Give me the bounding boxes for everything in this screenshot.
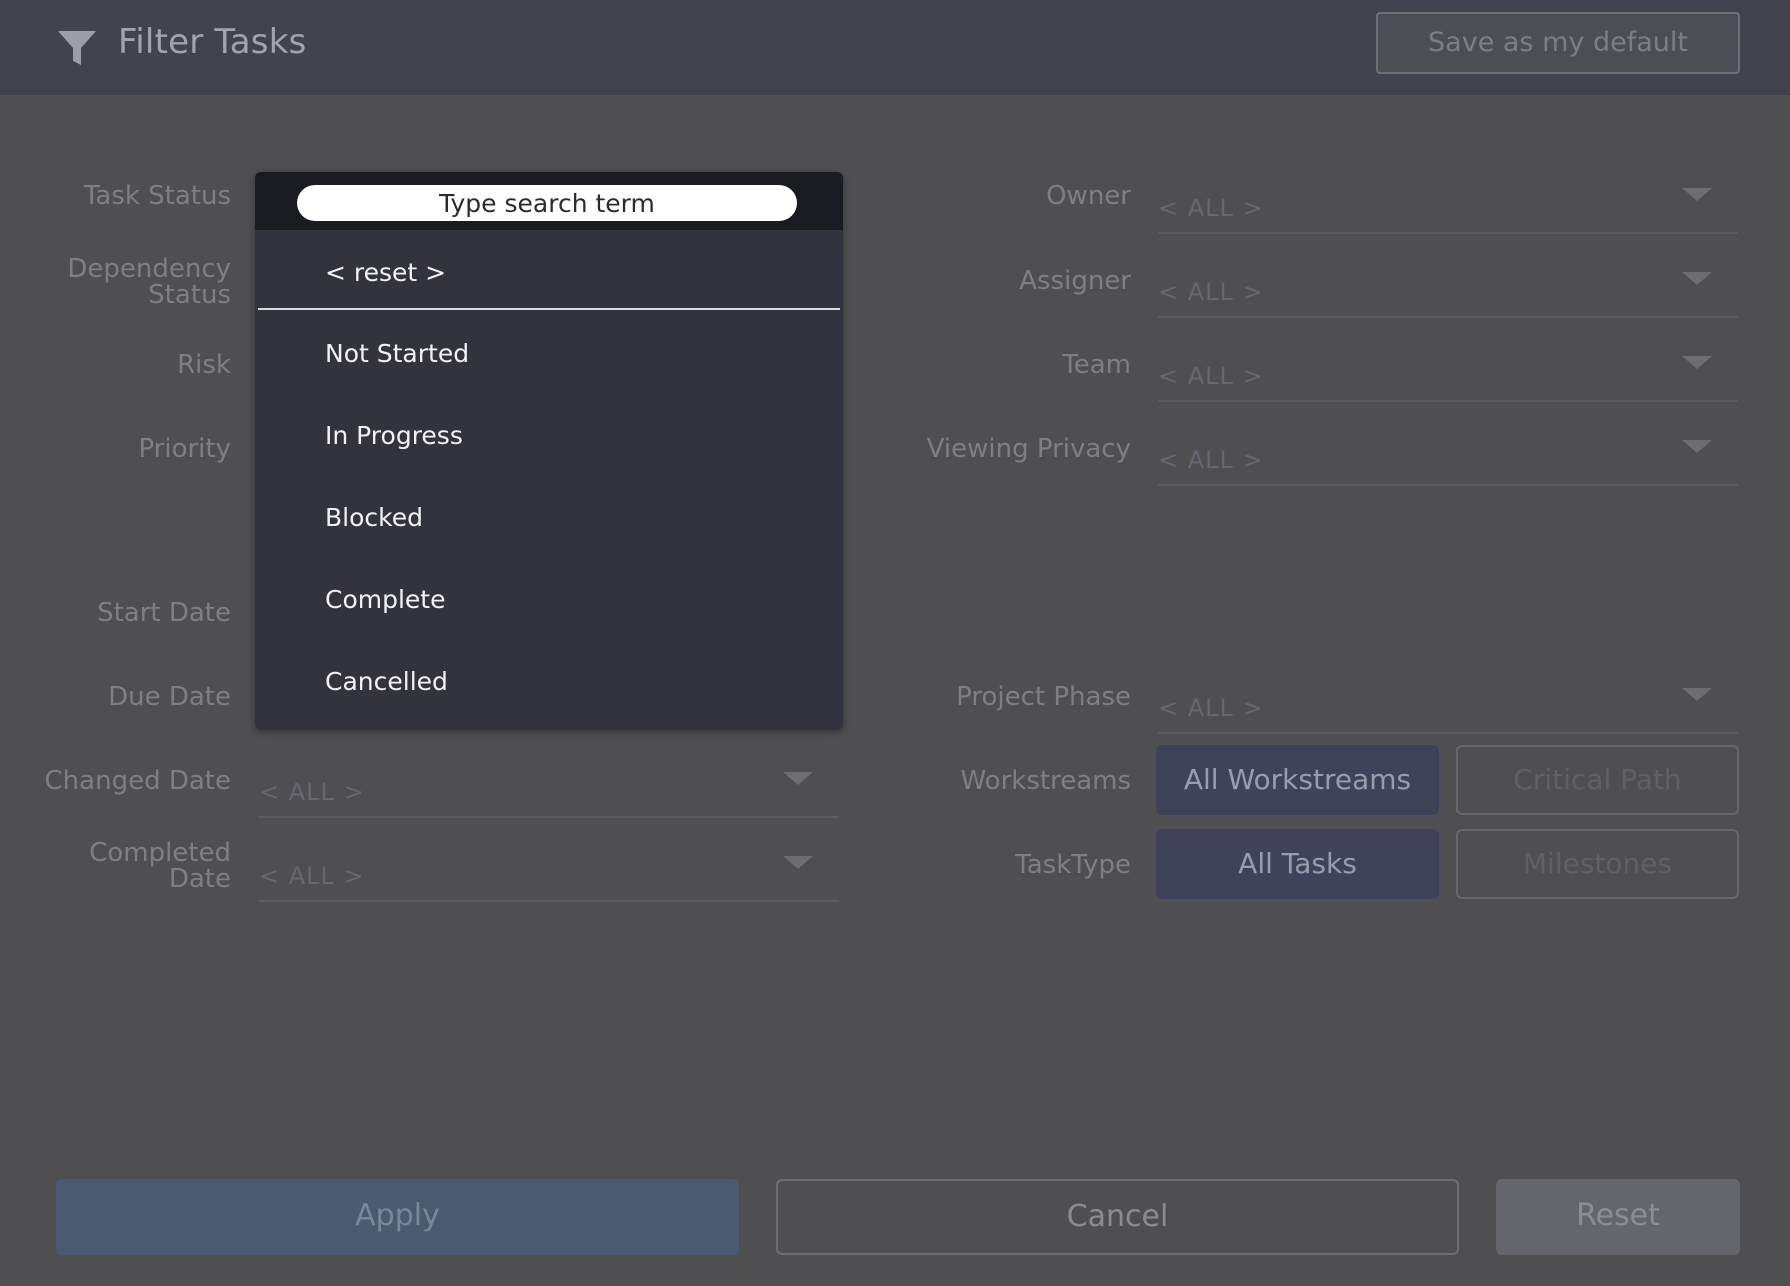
chevron-down-icon [783, 772, 813, 785]
label-start-date: Start Date [97, 598, 231, 628]
label-project-phase: Project Phase [956, 682, 1131, 712]
assigner-select[interactable]: < ALL > [1158, 270, 1738, 318]
team-value: < ALL > [1158, 362, 1264, 390]
filter-tasks-dialog: Filter Tasks Save as my default Task Sta… [0, 0, 1790, 1286]
changed-date-value: < ALL > [259, 778, 365, 806]
dropdown-option[interactable]: Cancelled [255, 646, 843, 718]
completed-date-select[interactable]: < ALL > [259, 854, 839, 902]
label-task-status: Task Status [83, 181, 231, 211]
viewing-privacy-value: < ALL > [1158, 446, 1264, 474]
cancel-button[interactable]: Cancel [776, 1179, 1459, 1255]
field-underline [259, 816, 839, 818]
dropdown-option[interactable]: Blocked [255, 482, 843, 554]
assigner-value: < ALL > [1158, 278, 1264, 306]
apply-button[interactable]: Apply [56, 1179, 739, 1255]
dropdown-option[interactable]: In Progress [255, 400, 843, 472]
owner-select[interactable]: < ALL > [1158, 186, 1738, 234]
field-underline [1158, 232, 1738, 234]
chevron-down-icon [783, 856, 813, 869]
label-viewing-privacy: Viewing Privacy [926, 434, 1131, 464]
label-tasktype: TaskType [1015, 850, 1131, 880]
chevron-down-icon [1682, 272, 1712, 285]
reset-button[interactable]: Reset [1496, 1179, 1740, 1255]
dropdown-search-input[interactable] [297, 185, 797, 221]
chevron-down-icon [1682, 688, 1712, 701]
label-owner: Owner [1046, 181, 1131, 211]
task-status-dropdown: < reset > Not Started In Progress Blocke… [255, 172, 843, 730]
field-underline [1158, 732, 1738, 734]
label-due-date: Due Date [108, 682, 231, 712]
chevron-down-icon [1682, 440, 1712, 453]
dropdown-option[interactable]: Complete [255, 564, 843, 636]
dropdown-option[interactable]: Not Started [255, 318, 843, 390]
owner-value: < ALL > [1158, 194, 1264, 222]
toggle-milestones[interactable]: Milestones [1456, 829, 1739, 899]
field-underline [259, 900, 839, 902]
label-completed-date: Completed Date [89, 838, 231, 894]
label-risk: Risk [177, 350, 231, 380]
save-as-default-button[interactable]: Save as my default [1376, 12, 1740, 74]
dialog-header: Filter Tasks Save as my default [0, 0, 1790, 95]
field-underline [1158, 484, 1738, 486]
label-changed-date: Changed Date [44, 766, 231, 796]
field-underline [1158, 400, 1738, 402]
chevron-down-icon [1682, 188, 1712, 201]
field-underline [1158, 316, 1738, 318]
completed-date-value: < ALL > [259, 862, 365, 890]
label-dependency-status: Dependency Status [67, 254, 231, 310]
changed-date-select[interactable]: < ALL > [259, 770, 839, 818]
toggle-critical-path[interactable]: Critical Path [1456, 745, 1739, 815]
label-workstreams: Workstreams [960, 766, 1132, 796]
label-assigner: Assigner [1019, 266, 1131, 296]
team-select[interactable]: < ALL > [1158, 354, 1738, 402]
toggle-all-workstreams[interactable]: All Workstreams [1156, 745, 1439, 815]
project-phase-value: < ALL > [1158, 694, 1264, 722]
toggle-all-tasks[interactable]: All Tasks [1156, 829, 1439, 899]
dropdown-divider [258, 308, 840, 310]
label-team: Team [1062, 350, 1131, 380]
viewing-privacy-select[interactable]: < ALL > [1158, 438, 1738, 486]
chevron-down-icon [1682, 356, 1712, 369]
dropdown-search-bar [255, 172, 843, 230]
dialog-title: Filter Tasks [118, 22, 307, 62]
dropdown-option-reset[interactable]: < reset > [255, 237, 843, 309]
project-phase-select[interactable]: < ALL > [1158, 686, 1738, 734]
label-priority: Priority [138, 434, 231, 464]
filter-icon [58, 31, 96, 65]
